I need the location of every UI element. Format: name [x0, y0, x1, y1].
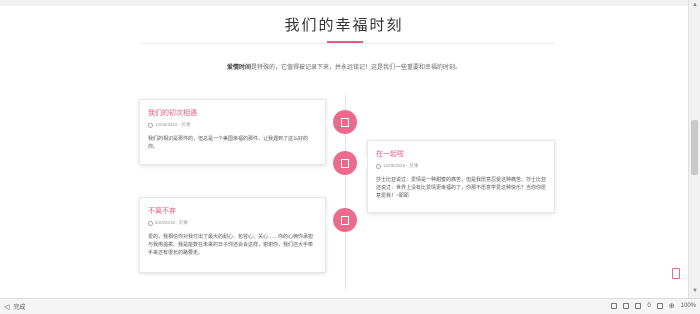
intro-bold: 爱情时间 — [226, 65, 251, 71]
timeline-card: 在一起啦 12/06/2016 - 於果 莎士比亚说过：爱情是一种甜蜜的痛苦，但… — [367, 140, 555, 213]
timeline-card: 我们的初次相遇 12/06/2016 - 於果 我们的相识是那件的，但总是一个美… — [139, 99, 326, 165]
card-title: 我们的初次相遇 — [148, 110, 197, 117]
status-bar: ◁ 完成 0 ⊕ 100% — [0, 298, 700, 314]
page-status-icon: ◁ — [4, 303, 10, 311]
clock-icon — [148, 220, 153, 226]
card-title: 在一起啦 — [376, 151, 404, 158]
card-pointer — [326, 215, 332, 225]
card-text: 我们的相识是那件的，但总是一个美国幸福的那件，让我遇到了这么好的你。 — [148, 136, 309, 150]
title-accent-bar — [327, 41, 363, 43]
card-date: 12/06/2016 - 於果 — [155, 122, 191, 127]
notification-count: 0 — [647, 303, 651, 309]
zoom-level[interactable]: 100% — [681, 303, 696, 309]
card-date: 12/06/2016 - 於果 — [383, 163, 419, 168]
page-title: 我们的幸福时刻 — [284, 16, 404, 34]
card-pointer — [361, 158, 367, 168]
title-divider — [140, 43, 555, 44]
bookmark-icon — [341, 158, 349, 168]
clock-icon — [376, 163, 381, 169]
timeline-dot-2 — [333, 151, 357, 175]
card-pointer — [326, 117, 332, 127]
card-text: 莎士比亚说过：爱情是一种甜蜜的痛苦，但是我愿意忍受这种痛苦。莎士比亚还说过：世界… — [376, 177, 547, 199]
compat-icon[interactable] — [611, 303, 618, 309]
card-meta: 6/23/2016 - 於果 — [148, 220, 317, 226]
zoom-icon[interactable]: ⊕ — [669, 302, 675, 310]
card-title: 不离不弃 — [148, 208, 176, 215]
intro-text: 爱情时间是特殊的，它值得被记录下来，并永远铭记！这是我们一些重要和幸福的时刻。 — [0, 62, 688, 71]
bookmark-icon — [341, 215, 349, 225]
status-left: ◁ 完成 — [4, 302, 26, 312]
vertical-scrollbar[interactable]: ▲ ▼ — [688, 0, 700, 298]
download-icon[interactable] — [656, 303, 663, 309]
scroll-thumb[interactable] — [691, 120, 698, 175]
card-meta: 12/06/2016 - 於果 — [148, 122, 317, 128]
card-date: 6/23/2016 - 於果 — [155, 220, 189, 225]
status-text: 完成 — [13, 305, 26, 311]
timeline-card: 不离不弃 6/23/2016 - 於果 爱的，我相信你对我付出了最大的耐心、包容… — [139, 197, 326, 273]
notification-icon[interactable] — [635, 303, 642, 309]
screenshot-icon[interactable] — [623, 303, 630, 309]
status-right: 0 ⊕ 100% — [611, 302, 696, 310]
timeline-dot-1 — [333, 110, 357, 134]
scroll-up-icon[interactable]: ▲ — [692, 2, 698, 8]
timeline-dot-3 — [333, 208, 357, 232]
bookmark-icon — [341, 117, 349, 127]
card-text: 爱的，我相信你对我付出了最大的耐心、包容心、关心……你的心俩你承担与我用温柔。我… — [148, 234, 314, 256]
intro-rest: 是特殊的，它值得被记录下来，并永远铭记！这是我们一些重要和幸福的时刻。 — [251, 65, 462, 71]
scroll-down-icon[interactable]: ▼ — [692, 288, 698, 294]
clock-icon — [148, 122, 153, 128]
back-to-top-icon[interactable] — [672, 268, 680, 279]
card-meta: 12/06/2016 - 於果 — [376, 163, 546, 169]
